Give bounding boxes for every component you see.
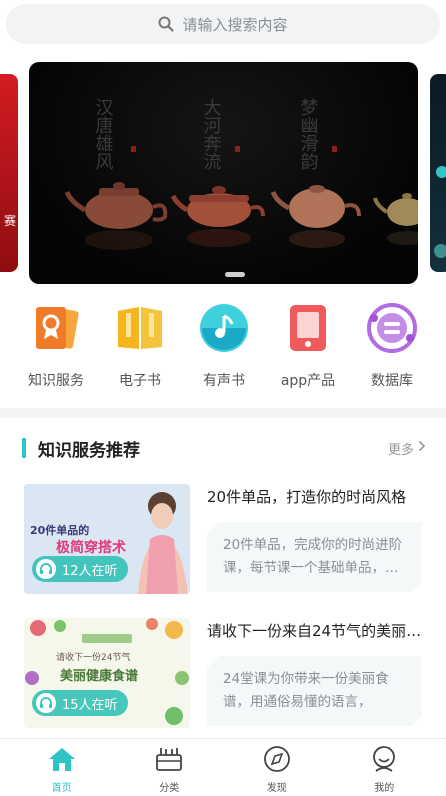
thumb-subtitle: 美丽健康食谱: [60, 668, 138, 684]
listener-badge: 15人在听: [32, 690, 128, 716]
section-header: 知识服务推荐 更多: [22, 434, 426, 462]
item-title: 20件单品，打造你的时尚风格: [207, 488, 407, 506]
category-ebook[interactable]: 电子书: [100, 300, 180, 394]
category-app-product[interactable]: app产品: [268, 300, 348, 394]
category-label: app产品: [280, 373, 336, 389]
listener-count: 12人在听: [62, 563, 118, 579]
calligraphy-3: 梦幽滑韵: [298, 98, 319, 171]
item-description: 24堂课为你带来一份美丽食谱，用通俗易懂的语言，: [207, 656, 422, 726]
item-title: 请收下一份来自24节气的美丽健康食谱: [207, 622, 422, 640]
item-thumbnail: 请收下一份24节气 美丽健康食谱 15人在听: [24, 618, 190, 728]
category-audiobook[interactable]: 有声书: [184, 300, 264, 394]
search-icon: [158, 16, 175, 32]
tab-label: 分类: [159, 783, 180, 794]
section-divider: [0, 408, 446, 418]
category-label: 知识服务: [28, 373, 84, 389]
section-accent-bar: [22, 438, 26, 458]
more-link[interactable]: 更多: [388, 439, 426, 458]
teapot-1: [64, 182, 168, 250]
category-label: 数据库: [371, 373, 413, 389]
list-item[interactable]: 请收下一份24节气 美丽健康食谱 15人在听 请收下一份来自24节气的美丽健康食…: [24, 618, 422, 730]
database-icon: [364, 300, 420, 356]
audiobook-icon: [196, 300, 252, 356]
category-knowledge-service[interactable]: 知识服务: [16, 300, 96, 394]
banner-next-card[interactable]: [430, 74, 446, 272]
listener-badge: 12人在听: [32, 556, 128, 582]
more-label: 更多: [387, 442, 414, 458]
tab-label: 我的: [374, 783, 395, 794]
compass-icon: [262, 745, 292, 773]
thumb-title: 请收下一份24节气: [56, 651, 130, 663]
tab-label: 发现: [266, 783, 287, 794]
listener-count: 15人在听: [62, 697, 118, 713]
search-placeholder: 请输入搜索内容: [182, 15, 288, 34]
item-description-text: 20件单品，完成你的时尚进阶课，每节课一个基础单品，教你如何搭配: [223, 537, 403, 576]
chevron-right-icon: [418, 440, 426, 456]
item-thumbnail: 20件单品的 极简穿搭术 12人在听: [24, 484, 190, 594]
teapot-banner-image: 汉唐雄风 大河奔流 梦幽滑韵: [64, 98, 418, 250]
thumb-title: 20件单品的: [30, 523, 89, 537]
banner-main-slide[interactable]: 汉唐雄风 大河奔流 梦幽滑韵: [29, 62, 418, 284]
tab-label: 首页: [51, 783, 72, 794]
category-label: 有声书: [203, 373, 245, 389]
calligraphy-2: 大河奔流: [201, 98, 222, 170]
search-bar[interactable]: 请输入搜索内容: [6, 4, 440, 44]
calligraphy-1: 汉唐雄风: [93, 98, 114, 170]
headphones-icon: [36, 559, 56, 579]
category-grid: 知识服务 电子书 有声书 app产品 数据库: [0, 300, 446, 394]
section-title: 知识服务推荐: [38, 440, 140, 461]
knowledge-service-icon: [28, 300, 84, 356]
headphones-icon: [36, 693, 56, 713]
tab-discover[interactable]: 发现: [237, 739, 317, 796]
user-face-icon: [369, 745, 399, 773]
category-icon: [154, 745, 184, 773]
item-description: 20件单品，完成你的时尚进阶课，每节课一个基础单品，教你如何搭配: [207, 522, 422, 592]
teapot-2: [170, 186, 265, 247]
tab-category[interactable]: 分类: [129, 739, 209, 796]
tab-profile[interactable]: 我的: [344, 739, 424, 796]
tab-home[interactable]: 首页: [22, 739, 102, 796]
banner-prev-card[interactable]: 赛: [0, 74, 18, 272]
app-product-icon: [280, 300, 336, 356]
banner-carousel[interactable]: 赛 汉唐雄风 大河奔流 梦幽滑韵: [0, 62, 446, 284]
banner-prev-text: 赛: [3, 214, 16, 228]
category-database[interactable]: 数据库: [352, 300, 432, 394]
home-icon: [47, 745, 77, 773]
ebook-icon: [112, 300, 168, 356]
teapot-4: [373, 193, 418, 245]
list-item[interactable]: 20件单品的 极简穿搭术 12人在听 20件单品，打造你的时尚风格 20件单品，…: [24, 484, 422, 596]
item-description-text: 24堂课为你带来一份美丽食谱，用通俗易懂的语言，: [223, 671, 389, 710]
category-label: 电子书: [119, 373, 161, 389]
thumb-subtitle: 极简穿搭术: [56, 539, 126, 556]
carousel-indicator: [225, 272, 245, 277]
teapot-3: [270, 185, 361, 248]
bottom-tab-bar: 首页 分类 发现 我的: [0, 738, 446, 796]
